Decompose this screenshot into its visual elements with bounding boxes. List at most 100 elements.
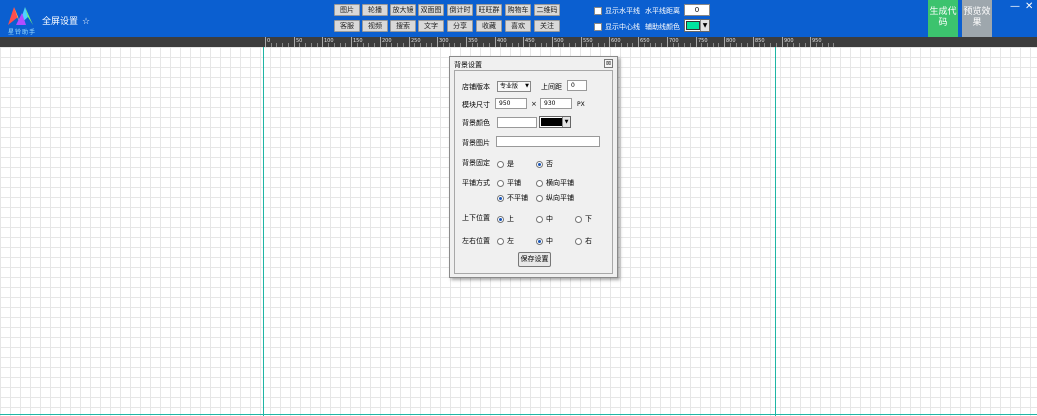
height-input[interactable]: 930 xyxy=(540,98,572,109)
save-settings-button[interactable]: 保存设置 xyxy=(518,252,551,267)
vpos-top-radio[interactable]: 上 xyxy=(497,214,514,224)
bottom-guide-line[interactable] xyxy=(0,414,1037,415)
hpos-left-radio[interactable]: 左 xyxy=(497,236,514,246)
version-label: 店铺版本 xyxy=(462,83,490,91)
radio-dot[interactable] xyxy=(575,237,582,245)
ruler-label: 200 xyxy=(382,38,392,44)
tool-button-image[interactable]: 图片 xyxy=(334,4,360,16)
tool-button-qrcode[interactable]: 二维码 xyxy=(534,4,560,16)
radio-dot[interactable] xyxy=(497,194,504,202)
tile-both-label: 平铺 xyxy=(507,179,521,187)
show-center-checkbox[interactable]: 显示中心线 xyxy=(594,22,640,32)
tool-button-follow[interactable]: 关注 xyxy=(534,20,560,32)
tool-button-favorite[interactable]: 收藏 xyxy=(476,20,502,32)
tool-button-wangwang-group[interactable]: 旺旺群 xyxy=(476,4,502,16)
fixed-no-radio[interactable]: 否 xyxy=(536,159,553,169)
ruler-tick xyxy=(609,37,610,47)
bg-color-input[interactable] xyxy=(497,117,537,128)
aux-color-picker[interactable]: ▼ xyxy=(684,19,710,32)
radio-dot[interactable] xyxy=(536,215,543,223)
vpos-mid-radio[interactable]: 中 xyxy=(536,214,553,224)
show-center-label: 显示中心线 xyxy=(605,23,640,31)
bg-color-swatch xyxy=(541,118,562,126)
aux-color-label: 辅助线颜色 xyxy=(645,23,680,31)
radio-dot[interactable] xyxy=(536,194,543,202)
unit-label: PX xyxy=(577,101,585,108)
size-label: 模块尺寸 xyxy=(462,101,490,109)
width-input[interactable]: 950 xyxy=(495,98,527,109)
ruler-tick xyxy=(810,37,811,47)
ruler-label: 400 xyxy=(497,38,507,44)
app-title: 全屏设置 ☆ xyxy=(42,14,90,27)
tool-button-double-image[interactable]: 双面图 xyxy=(418,4,444,16)
ruler-label: 950 xyxy=(812,38,822,44)
h-distance-input[interactable]: 0 xyxy=(684,4,710,16)
radio-dot[interactable] xyxy=(497,179,504,187)
h-distance-label: 水平线距离 xyxy=(645,7,680,15)
preview-button[interactable]: 预览效果 xyxy=(962,0,992,37)
radio-dot[interactable] xyxy=(536,179,543,187)
version-select[interactable]: 专业版 ▼ xyxy=(497,81,531,92)
tile-vertical-radio[interactable]: 纵向平铺 xyxy=(536,193,574,203)
chevron-down-icon[interactable]: ▼ xyxy=(700,20,709,31)
ruler-tick xyxy=(409,37,410,47)
ruler-label: 650 xyxy=(640,38,650,44)
bg-image-input[interactable] xyxy=(496,136,600,147)
fixed-yes-radio[interactable]: 是 xyxy=(497,159,514,169)
tile-both-radio[interactable]: 平铺 xyxy=(497,178,521,188)
tool-button-service[interactable]: 客服 xyxy=(334,20,360,32)
bg-image-label: 背景图片 xyxy=(462,139,490,147)
margin-top-input[interactable]: 0 xyxy=(567,80,587,91)
radio-dot[interactable] xyxy=(497,215,504,223)
ruler-tick xyxy=(552,37,553,47)
tool-button-like[interactable]: 喜欢 xyxy=(505,20,531,32)
fixed-yes-label: 是 xyxy=(507,160,514,168)
chevron-down-icon: ▼ xyxy=(525,83,529,89)
radio-dot[interactable] xyxy=(575,215,582,223)
ruler-tick xyxy=(667,37,668,47)
tool-button-video[interactable]: 视频 xyxy=(362,20,388,32)
checkbox-box[interactable] xyxy=(594,7,602,15)
radio-dot[interactable] xyxy=(497,237,504,245)
aux-color-swatch xyxy=(686,21,700,30)
radio-dot[interactable] xyxy=(536,160,543,168)
ruler-tick xyxy=(696,37,697,47)
ruler-label: 850 xyxy=(755,38,765,44)
ruler-tick xyxy=(782,37,783,47)
ruler-tick xyxy=(466,37,467,47)
hpos-right-radio[interactable]: 右 xyxy=(575,236,592,246)
tool-button-search[interactable]: 搜索 xyxy=(390,20,416,32)
checkbox-box[interactable] xyxy=(594,23,602,31)
chevron-down-icon[interactable]: ▼ xyxy=(562,117,570,127)
ruler-tick xyxy=(437,37,438,47)
minimize-icon[interactable]: — xyxy=(1010,1,1020,12)
vpos-top-label: 上 xyxy=(507,215,514,223)
times-symbol: × xyxy=(531,100,537,108)
logo-icon xyxy=(8,7,33,25)
tool-button-magnifier[interactable]: 放大镜 xyxy=(390,4,416,16)
left-guide-line[interactable] xyxy=(263,47,264,416)
radio-dot[interactable] xyxy=(536,237,543,245)
tool-button-cart[interactable]: 购物车 xyxy=(505,4,531,16)
radio-dot[interactable] xyxy=(497,160,504,168)
close-icon[interactable]: ✕ xyxy=(1025,1,1033,12)
bg-color-picker[interactable]: ▼ xyxy=(539,116,571,128)
hpos-mid-radio[interactable]: 中 xyxy=(536,236,553,246)
tool-button-share[interactable]: 分享 xyxy=(447,20,473,32)
tile-none-radio[interactable]: 不平铺 xyxy=(497,193,528,203)
favorite-star-icon[interactable]: ☆ xyxy=(82,17,90,27)
tile-horizontal-radio[interactable]: 横向平铺 xyxy=(536,178,574,188)
right-guide-line[interactable] xyxy=(775,47,776,416)
ruler-tick xyxy=(724,37,725,47)
dialog-close-icon[interactable]: ⊠ xyxy=(604,59,613,68)
tool-button-countdown[interactable]: 倒计时 xyxy=(447,4,473,16)
title-text: 全屏设置 xyxy=(42,17,79,27)
ruler-label: 100 xyxy=(324,38,334,44)
vpos-bottom-radio[interactable]: 下 xyxy=(575,214,592,224)
tool-button-text[interactable]: 文字 xyxy=(418,20,444,32)
hpos-label: 左右位置 xyxy=(462,237,490,245)
show-horizontal-checkbox[interactable]: 显示水平线 xyxy=(594,6,640,16)
generate-code-button[interactable]: 生成代码 xyxy=(928,0,958,37)
tool-button-carousel[interactable]: 轮播 xyxy=(362,4,388,16)
ruler-label: 750 xyxy=(698,38,708,44)
